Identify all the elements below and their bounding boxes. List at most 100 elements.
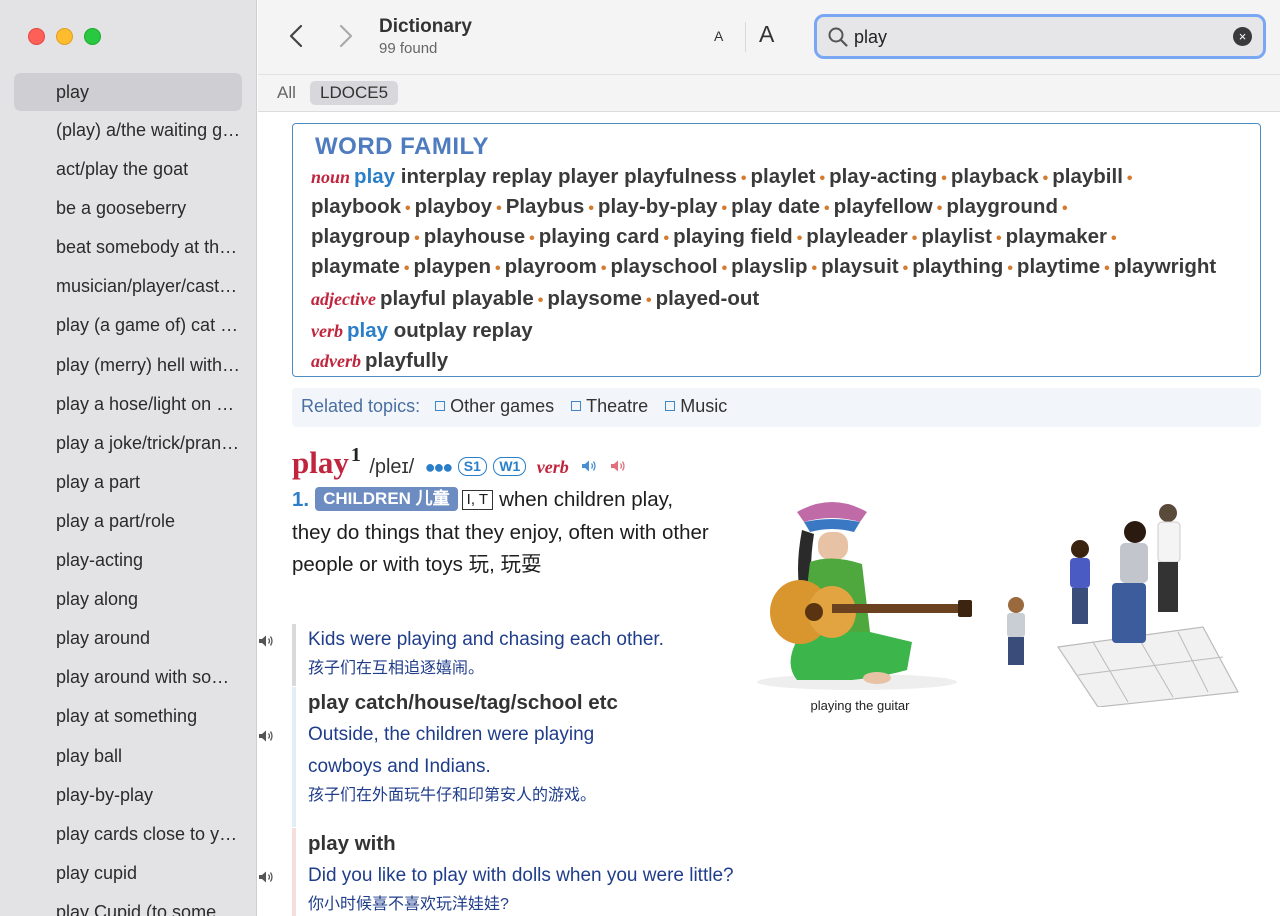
result-item[interactable]: play (merry) hell with something [14, 346, 242, 385]
search-icon [828, 27, 848, 47]
collocation: play catch/house/tag/school etc [308, 691, 618, 714]
part-of-speech: verb [536, 457, 569, 477]
increase-font-button[interactable]: A [759, 21, 774, 48]
zoom-window-button[interactable] [84, 28, 101, 45]
checkbox-icon [571, 401, 582, 411]
word-item: playleader [806, 225, 908, 248]
dictionary-entry: play 1 /pleɪ/ ●●● S1 W1 verb 1. CHILDREN 儿… [259, 444, 734, 916]
result-item[interactable]: play around [14, 619, 242, 658]
word-group: playfully [364, 349, 449, 372]
result-item[interactable]: play around with something [14, 658, 242, 697]
word-item: playtime [1016, 255, 1101, 278]
checkbox-icon [665, 401, 676, 411]
result-count: 99 found [379, 40, 438, 57]
result-item[interactable]: musician/player/cast etc [14, 267, 242, 306]
sense-1: 1. CHILDREN 儿童 I, Twhen children play, the… [292, 484, 712, 582]
close-window-button[interactable] [28, 28, 45, 45]
word-group: interplay replay player playfulness [400, 165, 737, 188]
result-item[interactable]: play-acting [14, 541, 242, 580]
result-item[interactable]: play at something [14, 697, 242, 736]
minimize-window-button[interactable] [56, 28, 73, 45]
noun-line-2: playbook • playboy • Playbus • play-by-play • pl… [311, 195, 1068, 218]
pos-label: adverb [311, 351, 361, 371]
decrease-font-button[interactable]: A [714, 28, 723, 44]
result-item[interactable]: beat somebody at their own game [14, 228, 242, 267]
word-item: playlist [921, 225, 992, 248]
word-item: playpen [413, 255, 491, 278]
result-item[interactable]: play Cupid (to somebody) [14, 893, 242, 916]
word-item: playbill [1052, 165, 1123, 188]
example-english: Outside, the children were playing cowbo… [308, 724, 595, 777]
example-english: Kids were playing and chasing each other… [308, 629, 664, 650]
result-item[interactable]: act/play the goat [14, 150, 242, 189]
speaker-icon[interactable] [258, 870, 274, 884]
signpost: CHILDREN 儿童 [315, 487, 458, 511]
tab-all[interactable]: All [277, 83, 296, 103]
window-title: Dictionary [379, 16, 472, 37]
result-item[interactable]: play along [14, 580, 242, 619]
result-item[interactable]: play [14, 73, 242, 111]
children-hopscotch-illustration [1007, 504, 1239, 707]
word-item: play-by-play [597, 195, 718, 218]
topic-link-other-games[interactable]: Other games [435, 396, 554, 416]
word-item: play date [731, 195, 821, 218]
speaker-icon[interactable] [258, 634, 274, 648]
result-item[interactable]: play a part [14, 463, 242, 502]
word-item: playschool [610, 255, 718, 278]
toolbar: Dictionary 99 found A A × [258, 0, 1280, 74]
noun-line-4: playmate • playpen • playroom • playschool • pla… [311, 255, 1217, 278]
search-input[interactable] [854, 22, 1214, 52]
speaker-american-icon[interactable] [610, 459, 626, 473]
result-item[interactable]: be a gooseberry [14, 189, 242, 228]
pos-label: noun [311, 167, 351, 187]
noun-line-3: playgroup • playhouse • playing card • playing… [311, 225, 1117, 248]
sense-number: 1. [292, 488, 310, 511]
result-item[interactable]: play-by-play [14, 776, 242, 815]
example-chinese: 你小时候喜不喜欢玩洋娃娃? [308, 896, 509, 913]
chevron-right-icon[interactable] [332, 21, 358, 51]
window-controls [28, 28, 101, 45]
word-item: playsuit [821, 255, 899, 278]
results-list: play (play) a/the waiting game act/play … [14, 73, 242, 916]
word-item: playing card [538, 225, 660, 248]
search-field[interactable]: × [814, 14, 1266, 59]
topic-link-theatre[interactable]: Theatre [571, 396, 648, 416]
word-link[interactable]: play [354, 165, 395, 188]
example-chinese: 孩子们在外面玩牛仔和印第安人的游戏。 [308, 787, 597, 804]
sidebar: play (play) a/the waiting game act/play … [0, 0, 257, 916]
homograph-number: 1 [350, 444, 361, 466]
word-item: plaything [912, 255, 1004, 278]
adjective-line: adjective playful playable • playsome • playe… [311, 287, 760, 310]
result-item[interactable]: play cards close to your chest [14, 815, 242, 854]
result-item[interactable]: play a joke/trick/prank on [14, 424, 242, 463]
word-family-box: WORD FAMILY noun play interplay replay pl… [292, 123, 1261, 377]
pos-label: verb [311, 321, 343, 341]
word-link[interactable]: play [347, 319, 388, 342]
result-item[interactable]: play a hose/light on something [14, 385, 242, 424]
word-item: playmaker [1005, 225, 1108, 248]
word-item: playroom [504, 255, 597, 278]
result-item[interactable]: play a part/role [14, 502, 242, 541]
headword: play 1 [292, 444, 361, 480]
pos-label: adjective [311, 289, 376, 309]
result-item[interactable]: play (a game of) cat and mouse [14, 306, 242, 345]
speaker-icon[interactable] [258, 729, 274, 743]
tab-ldoce5[interactable]: LDOCE5 [310, 81, 399, 105]
result-item[interactable]: (play) a/the waiting game [14, 111, 242, 150]
entry-content: WORD FAMILY noun play interplay replay pl… [258, 112, 1280, 916]
adverb-line: adverb playfully [311, 347, 1260, 375]
word-item: playslip [731, 255, 808, 278]
word-item: playing field [673, 225, 793, 248]
result-item[interactable]: play cupid [14, 854, 242, 893]
word-family-title: WORD FAMILY [315, 133, 489, 160]
speaker-british-icon[interactable] [581, 459, 597, 473]
guitar-player-illustration [757, 502, 972, 690]
headword-line: play 1 /pleɪ/ ●●● S1 W1 verb [292, 444, 712, 480]
topic-link-music[interactable]: Music [665, 396, 727, 416]
word-item: playfellow [833, 195, 933, 218]
clear-search-icon[interactable]: × [1233, 27, 1252, 46]
word-item: playground [946, 195, 1058, 218]
result-item[interactable]: play ball [14, 737, 242, 776]
chevron-left-icon[interactable] [284, 21, 310, 51]
spoken-frequency-badge: S1 [457, 457, 487, 476]
